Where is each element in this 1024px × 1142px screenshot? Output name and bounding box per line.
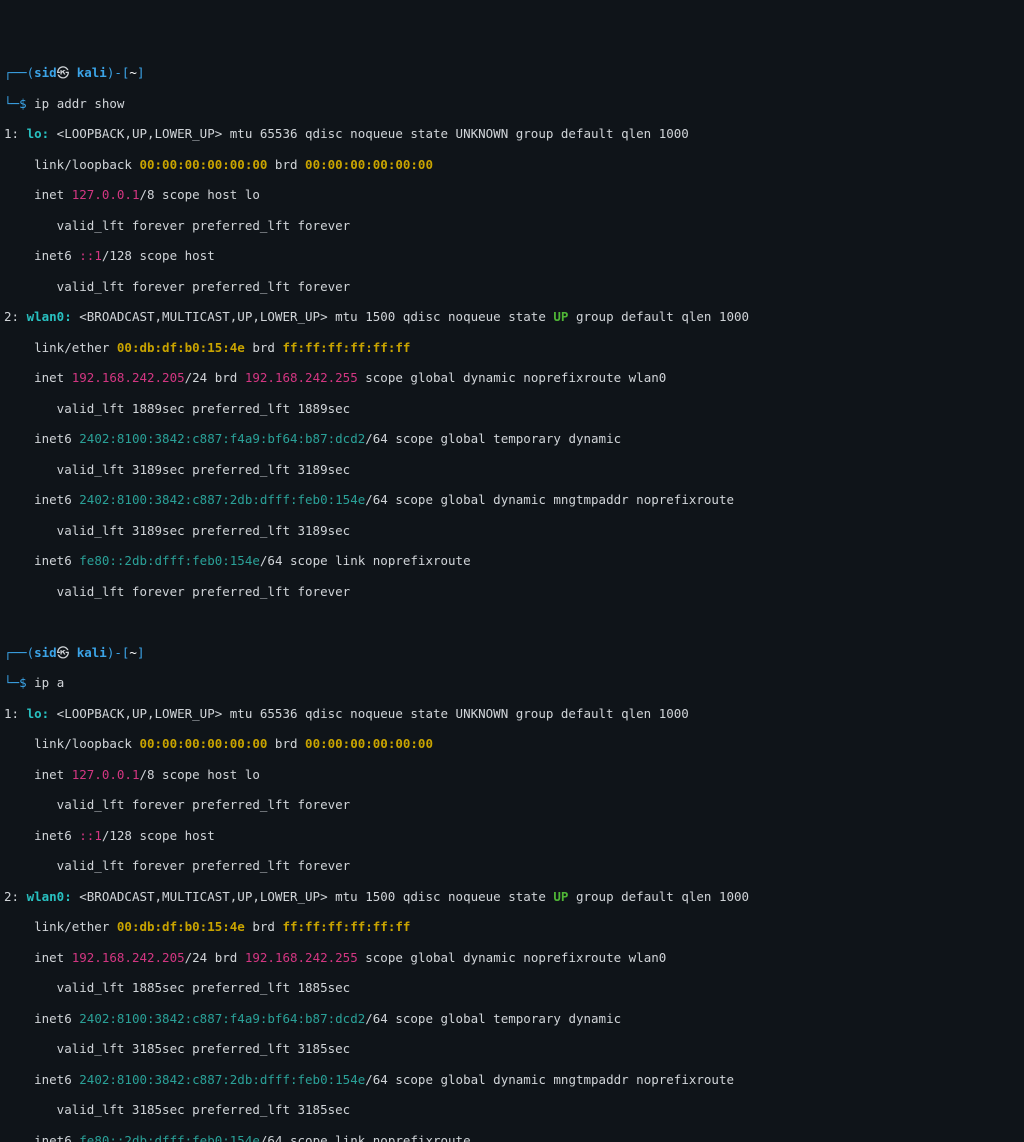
iface-wlan-header-2: 2: wlan0: <BROADCAST,MULTICAST,UP,LOWER_…	[0, 889, 1020, 904]
lo-link: link/loopback 00:00:00:00:00:00 brd 00:0…	[0, 157, 1020, 172]
wlan-valid2-2: valid_lft 3185sec preferred_lft 3185sec	[0, 1041, 1020, 1056]
wlan-inet6-temp: inet6 2402:8100:3842:c887:f4a9:bf64:b87:…	[0, 431, 1020, 446]
command-input[interactable]: ip addr show	[34, 96, 124, 111]
lo-inet6: inet6 ::1/128 scope host	[0, 248, 1020, 263]
iface-lo-header: 1: lo: <LOOPBACK,UP,LOWER_UP> mtu 65536 …	[0, 126, 1020, 141]
wlan-inet6-global: inet6 2402:8100:3842:c887:2db:dfff:feb0:…	[0, 492, 1020, 507]
prompt-top-2: (sid㉿ kali)-[~]	[0, 645, 1020, 660]
prompt-top: (sid㉿ kali)-[~]	[0, 65, 1020, 80]
lo-valid6-2: valid_lft forever preferred_lft forever	[0, 858, 1020, 873]
wlan-inet6-link: inet6 fe80::2db:dfff:feb0:154e/64 scope …	[0, 553, 1020, 568]
wlan-inet6-link-2: inet6 fe80::2db:dfff:feb0:154e/64 scope …	[0, 1133, 1020, 1142]
prompt-bottom-2[interactable]: $ ip a	[0, 675, 1020, 690]
wlan-valid3: valid_lft 3189sec preferred_lft 3189sec	[0, 523, 1020, 538]
lo-inet-2: inet 127.0.0.1/8 scope host lo	[0, 767, 1020, 782]
iface-wlan-header: 2: wlan0: <BROADCAST,MULTICAST,UP,LOWER_…	[0, 309, 1020, 324]
wlan-inet6-global-2: inet6 2402:8100:3842:c887:2db:dfff:feb0:…	[0, 1072, 1020, 1087]
lo-link-2: link/loopback 00:00:00:00:00:00 brd 00:0…	[0, 736, 1020, 751]
wlan-valid1: valid_lft 1889sec preferred_lft 1889sec	[0, 401, 1020, 416]
blank	[0, 614, 1020, 629]
lo-valid-2: valid_lft forever preferred_lft forever	[0, 797, 1020, 812]
wlan-link: link/ether 00:db:df:b0:15:4e brd ff:ff:f…	[0, 340, 1020, 355]
wlan-valid1-2: valid_lft 1885sec preferred_lft 1885sec	[0, 980, 1020, 995]
lo-valid6: valid_lft forever preferred_lft forever	[0, 279, 1020, 294]
iface-lo-header-2: 1: lo: <LOOPBACK,UP,LOWER_UP> mtu 65536 …	[0, 706, 1020, 721]
wlan-valid4: valid_lft forever preferred_lft forever	[0, 584, 1020, 599]
command-input-2[interactable]: ip a	[34, 675, 64, 690]
wlan-link-2: link/ether 00:db:df:b0:15:4e brd ff:ff:f…	[0, 919, 1020, 934]
wlan-valid2: valid_lft 3189sec preferred_lft 3189sec	[0, 462, 1020, 477]
lo-inet: inet 127.0.0.1/8 scope host lo	[0, 187, 1020, 202]
wlan-inet-2: inet 192.168.242.205/24 brd 192.168.242.…	[0, 950, 1020, 965]
prompt-bottom[interactable]: $ ip addr show	[0, 96, 1020, 111]
wlan-inet: inet 192.168.242.205/24 brd 192.168.242.…	[0, 370, 1020, 385]
wlan-inet6-temp-2: inet6 2402:8100:3842:c887:f4a9:bf64:b87:…	[0, 1011, 1020, 1026]
wlan-valid3-2: valid_lft 3185sec preferred_lft 3185sec	[0, 1102, 1020, 1117]
lo-inet6-2: inet6 ::1/128 scope host	[0, 828, 1020, 843]
lo-valid: valid_lft forever preferred_lft forever	[0, 218, 1020, 233]
